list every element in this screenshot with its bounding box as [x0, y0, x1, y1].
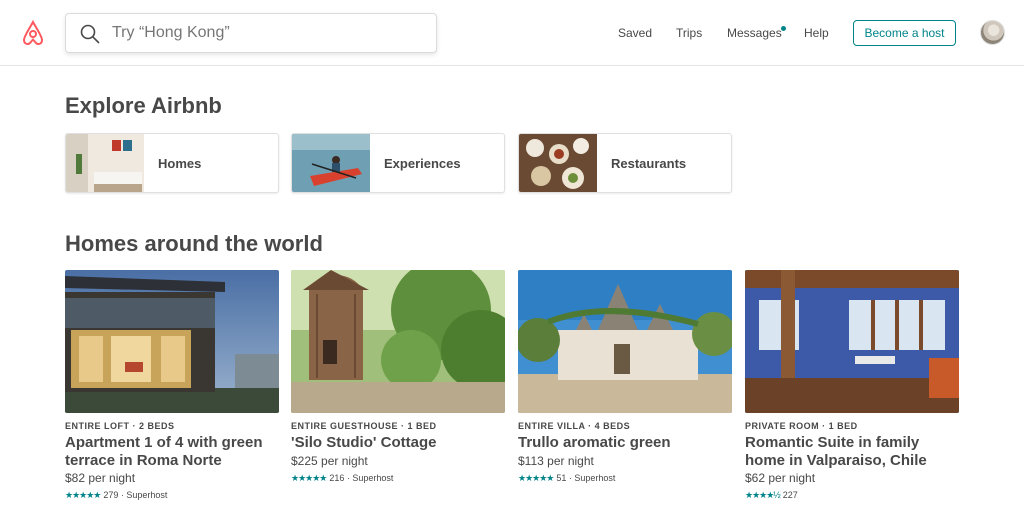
listing-rating: ★★★★★ 216 · Superhost [291, 473, 393, 484]
explore-title: Explore Airbnb [65, 93, 222, 118]
listing-price: $113 per night [518, 454, 594, 468]
search-input[interactable] [112, 18, 422, 48]
homes-title: Homes around the world [65, 231, 323, 256]
explore-card-label: Restaurants [611, 156, 687, 171]
listing-title[interactable]: 'Silo Studio' Cottage [291, 434, 505, 452]
rating-stars-icon: ★★★★★ [291, 473, 327, 483]
listing-photo[interactable] [518, 270, 732, 413]
listing-rating: ★★★★½ 227 [745, 490, 798, 501]
listing-rating: ★★★★★ 279 · Superhost [65, 490, 167, 501]
listing-card[interactable]: ENTIRE LOFT · 2 BEDS Apartment 1 of 4 wi… [65, 270, 279, 507]
listing-rating: ★★★★★ 51 · Superhost [518, 473, 615, 484]
listing-type: ENTIRE GUESTHOUSE · 1 BED [291, 421, 437, 431]
listing-type: ENTIRE VILLA · 4 BEDS [518, 421, 631, 431]
homes-thumbnail-image [66, 134, 144, 192]
listing-card[interactable]: ENTIRE VILLA · 4 BEDS Trullo aromatic gr… [518, 270, 732, 507]
messages-notification-dot [781, 26, 786, 31]
explore-card-experiences[interactable]: Experiences [291, 133, 505, 193]
listing-price: $225 per night [291, 454, 368, 468]
listing-price: $62 per night [745, 471, 816, 485]
listing-card[interactable]: ENTIRE GUESTHOUSE · 1 BED 'Silo Studio' … [291, 270, 505, 507]
listing-price: $82 per night [65, 471, 136, 485]
listing-card[interactable]: PRIVATE ROOM · 1 BED Romantic Suite in f… [745, 270, 959, 507]
review-count: 216 · Superhost [329, 473, 394, 483]
listing-photo[interactable] [65, 270, 279, 413]
listing-photo[interactable] [291, 270, 505, 413]
airbnb-logo-icon[interactable] [20, 20, 46, 46]
top-header: Saved Trips Messages Help Become a host [0, 0, 1024, 66]
listing-photo[interactable] [745, 270, 959, 413]
review-count: 51 · Superhost [556, 473, 616, 483]
nav-help-link[interactable]: Help [804, 26, 829, 40]
rating-stars-icon: ★★★★★ [518, 473, 554, 483]
listing-title[interactable]: Trullo aromatic green [518, 434, 732, 452]
search-icon [80, 24, 100, 44]
listing-type: ENTIRE LOFT · 2 BEDS [65, 421, 175, 431]
become-host-button[interactable]: Become a host [853, 20, 956, 46]
experiences-thumbnail-image [292, 134, 370, 192]
explore-card-label: Homes [158, 156, 202, 171]
user-avatar[interactable] [980, 20, 1005, 45]
listing-type: PRIVATE ROOM · 1 BED [745, 421, 858, 431]
listing-title[interactable]: Romantic Suite in family home in Valpara… [745, 434, 959, 470]
restaurants-thumbnail-image [519, 134, 597, 192]
search-box[interactable] [65, 13, 437, 53]
listing-title[interactable]: Apartment 1 of 4 with green terrace in R… [65, 434, 279, 470]
nav-saved-link[interactable]: Saved [618, 26, 652, 40]
review-count: 227 [782, 490, 798, 500]
nav-trips-link[interactable]: Trips [676, 26, 702, 40]
explore-card-label: Experiences [384, 156, 461, 171]
explore-card-restaurants[interactable]: Restaurants [518, 133, 732, 193]
rating-stars-icon: ★★★★★ [65, 490, 101, 500]
nav-messages-link[interactable]: Messages [727, 26, 782, 40]
review-count: 279 · Superhost [103, 490, 168, 500]
rating-stars-icon: ★★★★½ [745, 490, 781, 500]
explore-card-homes[interactable]: Homes [65, 133, 279, 193]
